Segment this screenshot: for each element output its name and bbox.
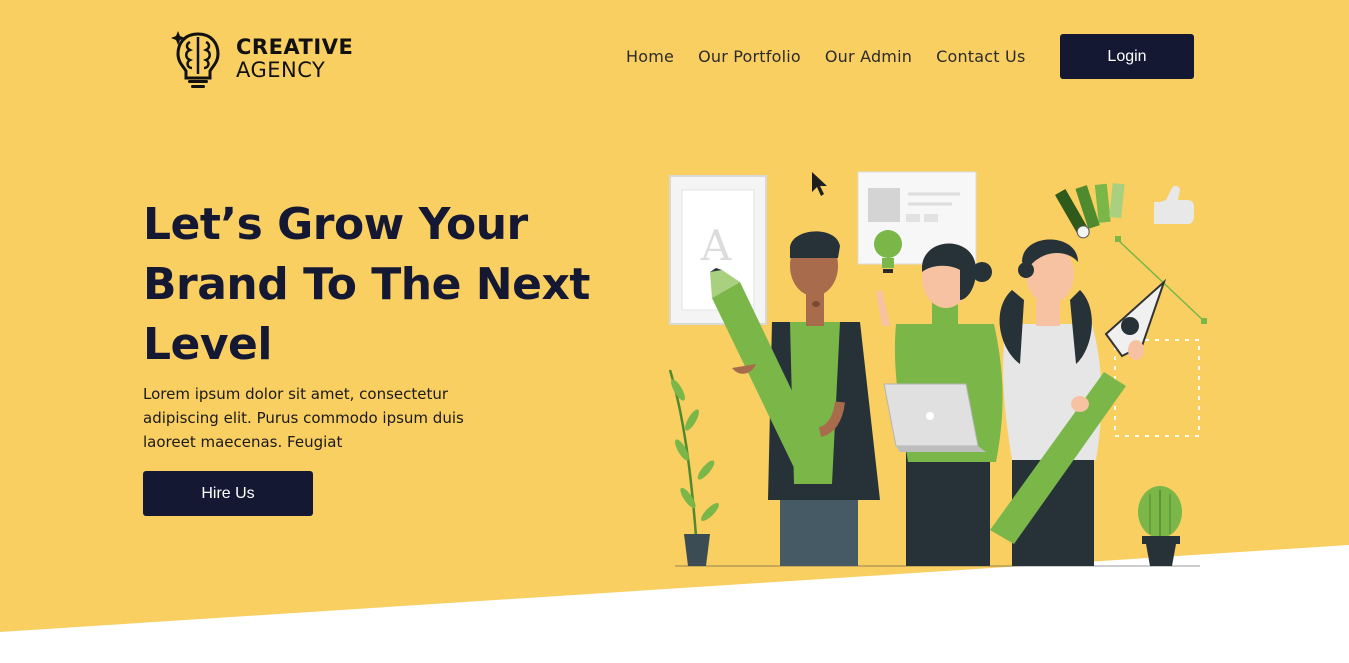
brand-wordmark: CREATIVE AGENCY <box>236 37 353 81</box>
brain-lightbulb-icon <box>171 31 220 88</box>
hero-headline-line2: Brand To The Next <box>143 259 590 310</box>
man-figure <box>710 231 880 566</box>
brand-name-line2: AGENCY <box>236 58 326 82</box>
hero-headline: Let’s Grow Your Brand To The Next Level <box>143 195 613 375</box>
brand-name-line1: CREATIVE <box>236 35 354 59</box>
lightbulb-icon <box>874 230 902 273</box>
login-button[interactable]: Login <box>1060 34 1194 79</box>
hero-headline-line3: Level <box>143 319 272 370</box>
thumbs-up-icon <box>1154 185 1194 224</box>
team-illustration: A <box>668 171 1207 567</box>
plant-icon <box>668 369 719 566</box>
poster-letter: A <box>700 221 732 270</box>
main-nav: Home Our Portfolio Our Admin Contact Us <box>626 34 1049 78</box>
color-swatch-icon <box>1055 183 1125 239</box>
woman-with-laptop-figure <box>876 243 1003 566</box>
hire-us-button[interactable]: Hire Us <box>143 471 313 516</box>
hero-headline-line1: Let’s Grow Your <box>143 199 528 250</box>
cactus-icon <box>1138 486 1182 566</box>
hero-description-line3: laoreet maecenas. Feugiat <box>143 433 343 451</box>
hero-description-line1: Lorem ipsum dolor sit amet, consectetur <box>143 385 449 403</box>
nav-link-home[interactable]: Home <box>626 47 674 66</box>
hero-section: CREATIVE AGENCY Home Our Portfolio Our A… <box>0 0 1349 663</box>
hero-description-line2: adipiscing elit. Purus commodo ipsum dui… <box>143 409 464 427</box>
cursor-icon <box>812 172 827 196</box>
nav-link-admin[interactable]: Our Admin <box>825 47 912 66</box>
nav-link-portfolio[interactable]: Our Portfolio <box>698 47 801 66</box>
hero-description: Lorem ipsum dolor sit amet, consectetur … <box>143 382 523 454</box>
nav-link-contact[interactable]: Contact Us <box>936 47 1025 66</box>
woman-with-pen-figure <box>990 239 1167 566</box>
brand-logo[interactable]: CREATIVE AGENCY <box>166 28 353 90</box>
